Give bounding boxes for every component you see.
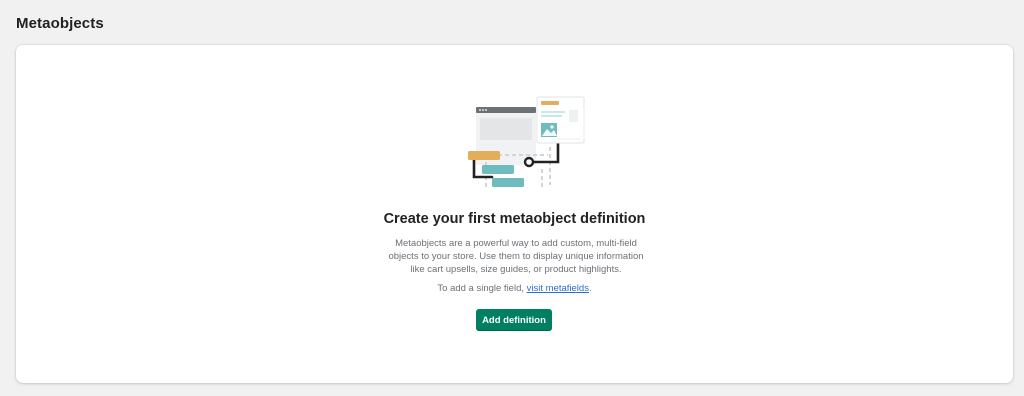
page-title: Metaobjects [16,15,104,32]
empty-state-heading: Create your first metaobject definition [383,211,646,227]
empty-state-description: Metaobjects are a powerful way to add cu… [388,238,644,275]
metaobject-illustration-icon [468,96,585,187]
empty-state-card: Create your first metaobject definition … [16,45,1013,383]
metaobjects-page: Metaobjects Create your first metaobject… [0,0,1024,396]
single-field-hint-text: To add a single field, [437,283,527,294]
add-definition-button[interactable]: Add definition [476,309,552,331]
visit-metafields-link[interactable]: visit metafields [527,283,589,294]
single-field-hint-suffix: . [588,283,592,294]
single-field-hint: To add a single field, visit metafields. [16,283,1013,294]
